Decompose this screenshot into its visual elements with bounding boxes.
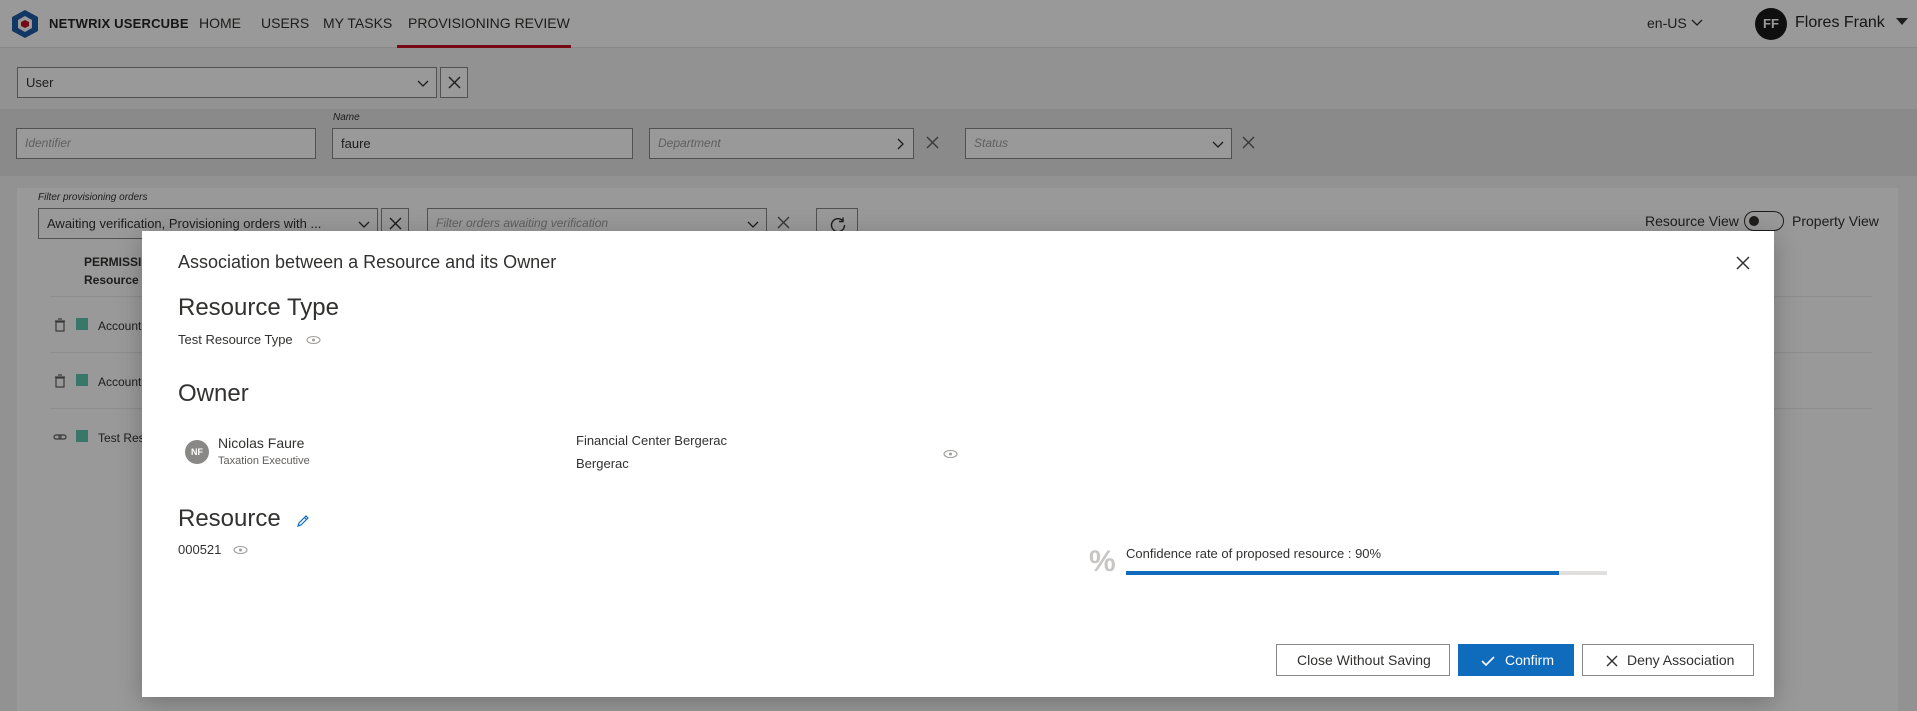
close-icon: [1606, 655, 1618, 667]
owner-location: Bergerac: [576, 456, 629, 471]
owner-organization: Financial Center Bergerac: [576, 433, 728, 448]
owner-avatar: NF: [185, 440, 209, 464]
checkmark-icon: [1481, 656, 1495, 667]
resource-type-value: Test Resource Type: [178, 332, 293, 347]
close-without-saving-label: Close Without Saving: [1297, 652, 1431, 668]
owner-name: Nicolas Faure: [218, 435, 305, 451]
resource-type-heading: Resource Type: [178, 294, 339, 321]
dialog-close-button[interactable]: [1735, 255, 1751, 271]
association-dialog: Association between a Resource and its O…: [142, 231, 1774, 697]
close-icon: [1736, 256, 1750, 270]
owner-heading: Owner: [178, 380, 249, 407]
eye-icon[interactable]: [943, 449, 958, 459]
confidence-rate-label: Confidence rate of proposed resource : 9…: [1126, 546, 1382, 561]
resource-heading: Resource: [178, 505, 281, 532]
owner-job-title: Taxation Executive: [218, 455, 310, 467]
confidence-progress-fill: [1126, 571, 1559, 575]
resource-value: 000521: [178, 542, 222, 557]
deny-association-button[interactable]: Deny Association: [1582, 644, 1754, 676]
close-without-saving-button[interactable]: Close Without Saving: [1276, 644, 1450, 676]
dialog-title: Association between a Resource and its O…: [178, 252, 557, 272]
eye-icon[interactable]: [306, 335, 321, 345]
eye-icon[interactable]: [233, 545, 248, 555]
confirm-button[interactable]: Confirm: [1458, 644, 1574, 676]
pencil-icon[interactable]: [296, 514, 310, 528]
confirm-label: Confirm: [1505, 652, 1555, 668]
confidence-progress-bar: [1126, 571, 1607, 575]
deny-association-label: Deny Association: [1627, 652, 1735, 668]
percent-icon: %: [1089, 545, 1116, 578]
